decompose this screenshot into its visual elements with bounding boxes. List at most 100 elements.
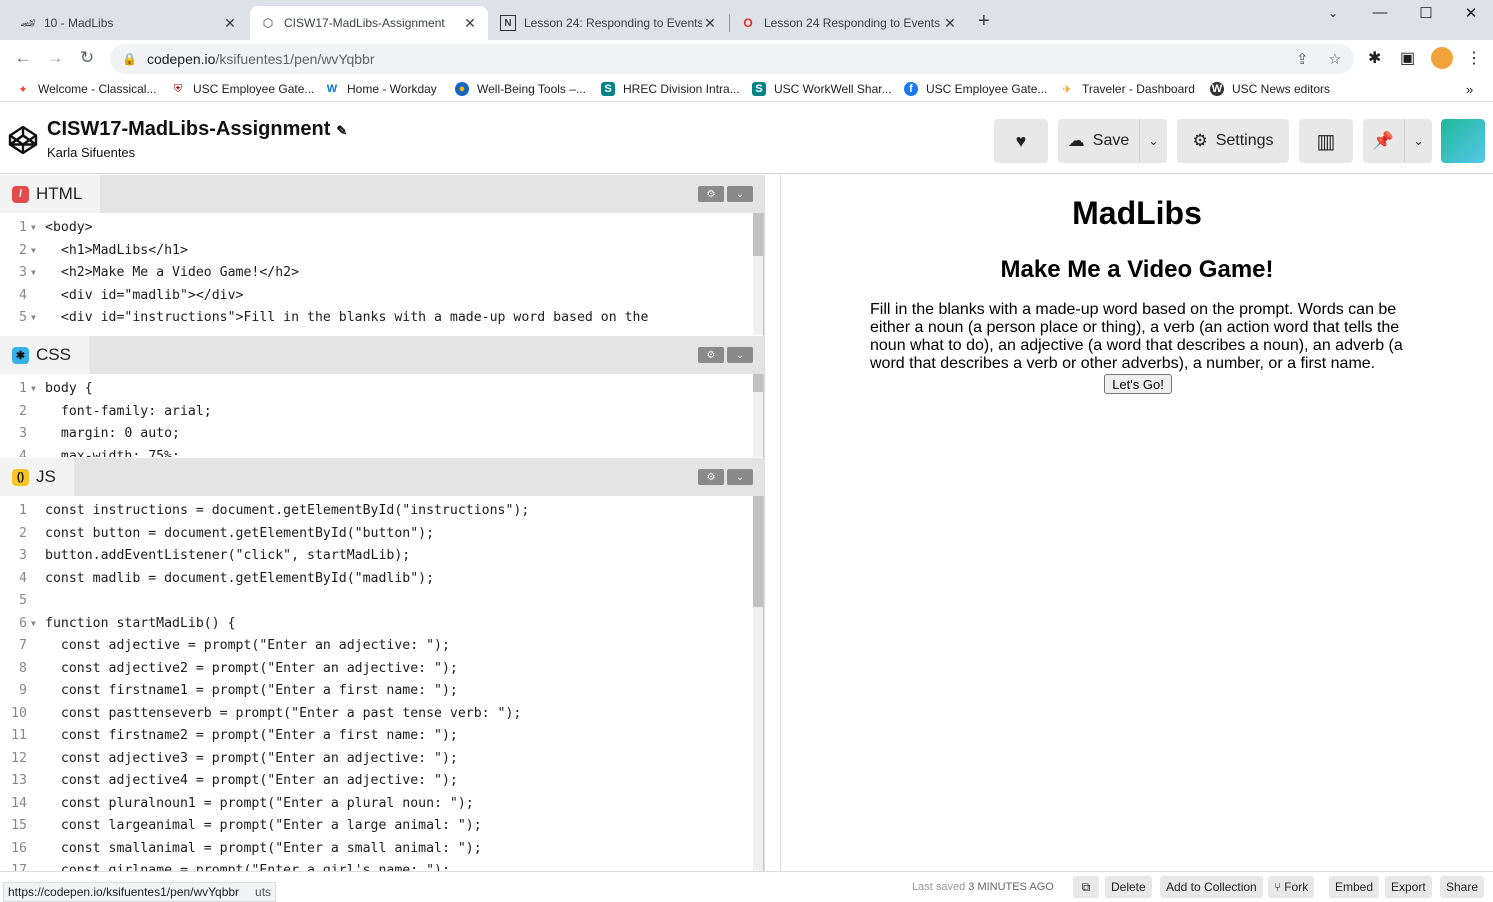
back-arrow-icon[interactable]: ← — [12, 48, 34, 68]
heart-button[interactable]: ♥ — [994, 119, 1048, 163]
css-code-area[interactable]: 1 ▼ body {2 font-family: arial; 3 margin: 0… — [0, 378, 764, 457]
url-bar[interactable]: 🔒 codepen.io/ksifuentes1/pen/wvYqbbr ⇪ ☆ — [110, 44, 1354, 74]
settings-button[interactable]: ⚙ Settings — [1177, 119, 1289, 163]
fold-arrow-icon[interactable]: ▼ — [31, 307, 36, 330]
code-line[interactable]: 8 const adjective2 = prompt("Enter an ad… — [0, 658, 764, 681]
bookmark-item[interactable]: S HREC Division Intra... — [601, 82, 740, 96]
gear-icon[interactable]: ⚙ — [698, 469, 724, 485]
export-button[interactable]: Export — [1385, 876, 1432, 898]
share-button[interactable]: Share — [1440, 876, 1485, 898]
chevron-down-icon[interactable]: ⌄ — [727, 186, 753, 202]
code-line[interactable]: 3 margin: 0 auto; — [0, 423, 764, 446]
fold-arrow-icon[interactable]: ▼ — [31, 262, 36, 285]
maximize-button[interactable]: ☐ — [1411, 4, 1441, 22]
browser-tab-active[interactable]: ⬡ CISW17-MadLibs-Assignment ✕ — [250, 6, 488, 40]
chevron-down-icon[interactable]: ⌄ — [727, 347, 753, 363]
html-editor-tab[interactable]: / HTML — [0, 175, 101, 213]
code-line[interactable]: 2 ▼ <h1>MadLibs</h1> — [0, 240, 764, 263]
scrollbar-thumb[interactable] — [753, 213, 763, 256]
code-line[interactable]: 1 const instructions = document.getElemen… — [0, 500, 764, 523]
share-icon[interactable]: ⇪ — [1296, 50, 1309, 68]
close-icon[interactable]: ✕ — [462, 15, 478, 32]
code-line[interactable]: 15 const largeanimal = prompt("Enter a l… — [0, 815, 764, 838]
fold-arrow-icon[interactable]: ▼ — [31, 613, 36, 636]
close-icon[interactable]: ✕ — [222, 15, 238, 32]
css-editor-tab[interactable]: ✱ CSS — [0, 336, 89, 374]
tab-search-icon[interactable]: ⌄ — [1318, 6, 1348, 20]
code-line[interactable]: 2 const button = document.getElementById(… — [0, 523, 764, 546]
code-line[interactable]: 9 const firstname1 = prompt("Enter a fir… — [0, 680, 764, 703]
code-line[interactable]: 11 const firstname2 = prompt("Enter a fi… — [0, 725, 764, 748]
bookmark-item[interactable]: ✈ Traveler - Dashboard — [1060, 82, 1195, 96]
bookmark-item[interactable]: ✦ Welcome - Classical... — [16, 82, 156, 96]
chevron-down-icon[interactable]: ⌄ — [727, 469, 753, 485]
html-code-area[interactable]: 1 ▼ <body> 2 ▼ <h1>MadLibs</h1> 3 ▼ <h2>Make M… — [0, 217, 764, 335]
scrollbar-thumb[interactable] — [753, 496, 763, 607]
code-line[interactable]: 1 ▼ body { — [0, 378, 764, 401]
save-button[interactable]: ☁ Save ⌄ — [1058, 119, 1167, 163]
resize-divider[interactable] — [764, 175, 781, 871]
pencil-edit-icon[interactable]: ✎ — [336, 123, 347, 138]
fold-arrow-icon[interactable]: ▼ — [31, 378, 36, 401]
embed-button[interactable]: Embed — [1329, 876, 1380, 898]
close-window-button[interactable]: ✕ — [1456, 4, 1486, 22]
add-to-collection-button[interactable]: Add to Collection — [1160, 876, 1263, 898]
close-icon[interactable]: ✕ — [942, 15, 958, 32]
code-line[interactable]: 1 ▼ <body> — [0, 217, 764, 240]
js-code-area[interactable]: 1 const instructions = document.getElemen… — [0, 500, 764, 871]
code-line[interactable]: 5 — [0, 590, 764, 613]
close-icon[interactable]: ✕ — [702, 15, 718, 32]
code-line[interactable]: 16 const smallanimal = prompt("Enter a s… — [0, 838, 764, 861]
codepen-logo-icon[interactable] — [8, 125, 38, 155]
delete-button[interactable]: Delete — [1105, 876, 1152, 898]
code-line[interactable]: 10 const pasttenseverb = prompt("Enter a… — [0, 703, 764, 726]
code-line[interactable]: 14 const pluralnoun1 = prompt("Enter a p… — [0, 793, 764, 816]
code-line[interactable]: 17 const girlname = prompt("Enter a girl… — [0, 860, 764, 871]
js-editor-tab[interactable]: () JS — [0, 458, 74, 496]
browser-tab[interactable]: 🏎 10 - MadLibs ✕ — [10, 6, 248, 40]
lets-go-button[interactable]: Let's Go! — [1104, 374, 1172, 394]
code-line[interactable]: 7 const adjective = prompt("Enter an adj… — [0, 635, 764, 658]
fold-arrow-icon[interactable]: ▼ — [31, 217, 36, 240]
code-line[interactable]: 5 ▼ <div id="instructions">Fill in the bl… — [0, 307, 764, 330]
forward-arrow-icon[interactable]: → — [44, 48, 66, 68]
bookmark-star-icon[interactable]: ☆ — [1328, 50, 1341, 68]
menu-dots-icon[interactable]: ⋮ — [1466, 48, 1482, 68]
extensions-puzzle-icon[interactable]: ✱ — [1368, 48, 1381, 68]
bookmark-item[interactable]: S USC WorkWell Shar... — [752, 82, 892, 96]
code-line[interactable]: 4 <div id="madlib"></div> — [0, 285, 764, 308]
bookmark-item[interactable]: W Home - Workday — [325, 82, 437, 96]
code-line[interactable]: 3 ▼ <h2>Make Me a Video Game!</h2> — [0, 262, 764, 285]
browser-tab[interactable]: O Lesson 24 Responding to Events ✕ — [730, 6, 968, 40]
code-line[interactable]: 2 font-family: arial; — [0, 401, 764, 424]
profile-avatar[interactable] — [1431, 47, 1453, 69]
code-line[interactable]: 6 ▼ function startMadLib() { — [0, 613, 764, 636]
fold-arrow-icon[interactable]: ▼ — [31, 240, 36, 263]
gear-icon[interactable]: ⚙ — [698, 186, 724, 202]
bookmark-item[interactable]: W USC News editors — [1210, 82, 1330, 96]
browser-tab[interactable]: N Lesson 24: Responding to Events ✕ — [490, 6, 728, 40]
scrollbar-thumb[interactable] — [753, 374, 763, 392]
chevron-down-icon[interactable]: ⌄ — [1139, 119, 1167, 163]
code-line[interactable]: 3 button.addEventListener("click", startM… — [0, 545, 764, 568]
pen-title[interactable]: CISW17-MadLibs-Assignment ✎ — [47, 118, 347, 141]
fork-button[interactable]: ⑂ Fork — [1268, 876, 1315, 898]
bookmark-item[interactable]: ⛨ USC Employee Gate... — [171, 82, 315, 96]
open-external-button[interactable]: ⧉ — [1073, 876, 1099, 898]
bookmark-item[interactable]: ● Well-Being Tools –... — [455, 82, 586, 96]
layout-button[interactable]: ▥ — [1299, 119, 1353, 163]
code-line[interactable]: 4 const madlib = document.getElementById(… — [0, 568, 764, 591]
user-avatar[interactable] — [1441, 119, 1485, 163]
minimize-button[interactable]: — — [1365, 4, 1395, 21]
bookmarks-overflow-icon[interactable]: » — [1466, 82, 1473, 97]
gear-icon[interactable]: ⚙ — [698, 347, 724, 363]
new-tab-button[interactable]: + — [978, 10, 990, 33]
code-line[interactable]: 13 const adjective4 = prompt("Enter an a… — [0, 770, 764, 793]
reload-icon[interactable]: ↻ — [76, 48, 98, 68]
pin-button[interactable]: 📌 ⌄ — [1363, 119, 1432, 163]
side-panel-icon[interactable]: ▣ — [1400, 48, 1415, 68]
bookmark-item[interactable]: f USC Employee Gate... — [904, 82, 1047, 96]
pen-author[interactable]: Karla Sifuentes — [47, 145, 135, 160]
code-line[interactable]: 4 max-width: 75%; — [0, 446, 764, 458]
code-line[interactable]: 12 const adjective3 = prompt("Enter an a… — [0, 748, 764, 771]
